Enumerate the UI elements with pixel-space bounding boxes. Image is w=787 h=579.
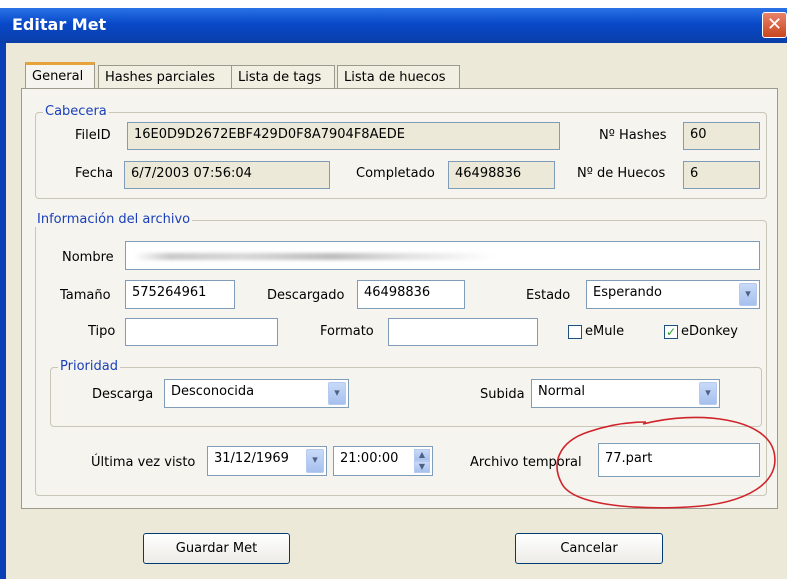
archivo-legend: Información del archivo [35,212,193,227]
nhuecos-field[interactable]: 6 [683,161,760,189]
descarga-label: Descarga [92,387,154,402]
emule-label: eMule [585,324,625,339]
ultima-date-value: 31/12/1969 [214,451,289,466]
subida-value: Normal [538,384,586,399]
cancelar-button[interactable]: Cancelar [515,533,663,564]
estado-label: Estado [526,288,571,303]
completado-label: Completado [356,166,435,181]
annotation-circle [556,416,776,509]
checkmark-icon: ✓ [665,325,677,339]
chevron-down-icon[interactable]: ▾ [739,283,757,306]
title-bar[interactable] [0,8,787,43]
ultima-date-picker[interactable]: 31/12/1969 ▾ [207,446,327,476]
fecha-label: Fecha [75,166,114,181]
guardar-met-button[interactable]: Guardar Met [143,533,290,564]
edonkey-checkbox[interactable]: ✓ [664,325,678,339]
nhashes-label: Nº Hashes [599,128,667,143]
ultima-time-value: 21:00:00 [340,451,399,466]
tamano-input[interactable]: 575264961 [125,280,235,309]
cabecera-legend: Cabecera [43,104,109,119]
ultima-time-spinner[interactable]: 21:00:00 ▲ ▼ [333,446,433,476]
tipo-label: Tipo [88,324,116,339]
formato-input[interactable] [388,318,538,346]
descarga-value: Desconocida [171,384,255,399]
tamano-label: Tamaño [60,288,111,303]
window-border [0,43,6,579]
spin-down-icon[interactable]: ▼ [414,461,430,473]
blurred-filename-image [134,253,494,260]
prioridad-legend: Prioridad [58,359,120,374]
fecha-field[interactable]: 6/7/2003 07:56:04 [124,161,330,189]
chevron-down-icon[interactable]: ▾ [699,382,717,405]
fileid-label: FileID [75,128,111,143]
descargado-label: Descargado [267,288,345,303]
tipo-input[interactable] [125,318,278,346]
nombre-label: Nombre [62,250,114,265]
subida-select[interactable]: Normal ▾ [531,379,720,408]
descarga-select[interactable]: Desconocida ▾ [164,379,349,408]
completado-field[interactable]: 46498836 [448,161,555,189]
formato-label: Formato [320,324,374,339]
descargado-input[interactable]: 46498836 [357,280,465,309]
fileid-field[interactable]: 16E0D9D2672EBF429D0F8A7904F8AEDE [127,122,560,150]
estado-value: Esperando [593,285,662,300]
tab-lista-de-huecos[interactable]: Lista de huecos [337,65,460,89]
nhashes-field[interactable]: 60 [683,122,760,150]
window-title: Editar Met [12,15,107,34]
spin-up-icon[interactable]: ▲ [414,449,430,461]
edonkey-label: eDonkey [681,324,738,339]
chevron-down-icon[interactable]: ▾ [328,382,346,405]
nhuecos-label: Nº de Huecos [577,166,666,181]
nombre-input[interactable] [125,241,760,270]
tab-lista-de-tags[interactable]: Lista de tags [231,65,335,89]
tab-hashes-parciales[interactable]: Hashes parciales [98,65,232,89]
subida-label: Subida [480,387,525,402]
ultima-vez-label: Última vez visto [91,455,196,470]
emule-checkbox[interactable] [568,325,582,339]
estado-select[interactable]: Esperando ▾ [586,280,760,309]
chevron-down-icon[interactable]: ▾ [306,449,324,473]
tab-general[interactable]: General [25,62,95,89]
close-button[interactable]: ✕ [762,12,787,38]
